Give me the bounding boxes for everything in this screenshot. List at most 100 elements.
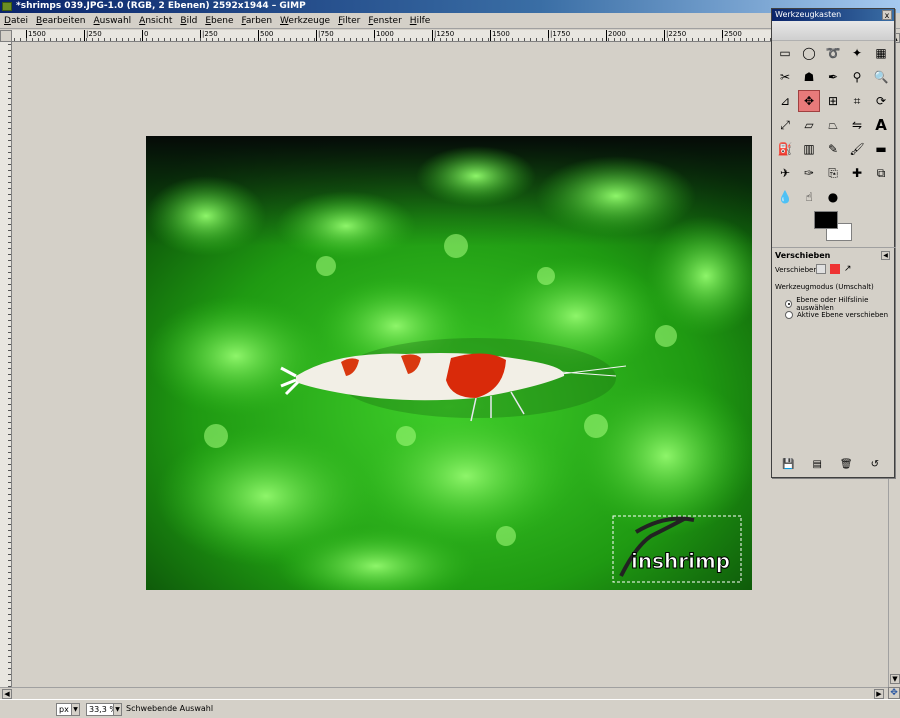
ruler-minor-tick	[98, 38, 99, 41]
align-icon[interactable]: ⊞	[822, 90, 844, 112]
scroll-right-icon[interactable]: ▶	[874, 689, 884, 699]
selection-mode-icon[interactable]	[830, 264, 840, 274]
flip-icon[interactable]: ⇋	[846, 114, 868, 136]
ruler-minor-tick	[608, 38, 609, 41]
layer-mode-icon[interactable]	[816, 264, 826, 274]
menu-ebene[interactable]: Ebene	[205, 16, 233, 26]
heal-icon[interactable]: ✚	[846, 162, 868, 184]
menu-fenster[interactable]: Fenster	[368, 16, 401, 26]
foreground-select-icon[interactable]: ☗	[798, 66, 820, 88]
menu-auswahl[interactable]: Auswahl	[94, 16, 132, 26]
image-canvas[interactable]: inshrimp	[146, 136, 752, 590]
color-select-icon[interactable]: ▦	[870, 42, 892, 64]
ruler-label: 2000	[608, 30, 626, 38]
color-picker-icon[interactable]: ⚲	[846, 66, 868, 88]
dodge-burn-icon[interactable]: ●	[822, 186, 844, 208]
menu-werkzeuge[interactable]: Werkzeuge	[280, 16, 330, 26]
ruler-minor-tick	[8, 338, 11, 339]
delete-options-icon[interactable]: 🗑	[840, 459, 853, 470]
menu-ansicht[interactable]: Ansicht	[139, 16, 172, 26]
reset-options-icon[interactable]: ↺	[871, 459, 879, 470]
ruler-minor-tick	[752, 38, 753, 41]
close-icon[interactable]: x	[882, 10, 892, 20]
ruler-minor-tick	[260, 38, 261, 41]
ruler-minor-tick	[602, 38, 603, 41]
ink-icon[interactable]: ✑	[798, 162, 820, 184]
menu-bearbeiten[interactable]: Bearbeiten	[36, 16, 85, 26]
restore-options-icon[interactable]: ▤	[812, 459, 821, 470]
ruler-minor-tick	[8, 632, 11, 633]
clone-icon[interactable]: ⎘	[822, 162, 844, 184]
ruler-minor-tick	[8, 212, 11, 213]
ruler-minor-tick	[8, 314, 11, 315]
shear-icon[interactable]: ▱	[798, 114, 820, 136]
menu-farben[interactable]: Farben	[242, 16, 273, 26]
ruler-minor-tick	[8, 596, 11, 597]
ruler-minor-tick	[380, 38, 381, 41]
gimp-app-icon	[2, 2, 12, 11]
ruler-minor-tick	[44, 38, 45, 41]
ruler-minor-tick	[656, 38, 657, 41]
ruler-label: |750	[318, 30, 334, 38]
menu-datei[interactable]: Datei	[4, 16, 28, 26]
rotate-icon[interactable]: ⟳	[870, 90, 892, 112]
vertical-ruler[interactable]	[0, 42, 12, 687]
unit-select[interactable]: px ▼	[56, 703, 80, 716]
menu-filter[interactable]: Filter	[338, 16, 360, 26]
navigate-icon[interactable]: ✥	[888, 687, 900, 699]
path-mode-icon[interactable]: ↗	[844, 264, 854, 274]
zoom-icon[interactable]: 🔍	[870, 66, 892, 88]
options-menu-icon[interactable]: ◀	[881, 251, 890, 260]
bucket-fill-icon[interactable]: ⛽	[774, 138, 796, 160]
radio-pick-layer[interactable]: Ebene oder Hilfslinie auswählen	[785, 296, 894, 312]
measure-icon[interactable]: ⊿	[774, 90, 796, 112]
scroll-left-icon[interactable]: ◀	[2, 689, 12, 699]
ruler-minor-tick	[458, 38, 459, 41]
ruler-minor-tick	[548, 38, 549, 41]
paintbrush-icon[interactable]: 🖌	[846, 138, 868, 160]
blend-icon[interactable]: ▥	[798, 138, 820, 160]
ruler-minor-tick	[146, 38, 147, 41]
horizontal-ruler[interactable]: 1500 |250 0 |250 500 |750 1000 |1250 1500 |1750 20…	[12, 30, 888, 42]
ruler-minor-tick	[680, 38, 681, 41]
horizontal-scrollbar[interactable]: ◀ ▶	[0, 687, 888, 699]
ruler-minor-tick	[8, 206, 11, 207]
ruler-minor-tick	[224, 38, 225, 41]
blur-icon[interactable]: 💧	[774, 186, 796, 208]
ellipse-select-icon[interactable]: ◯	[798, 42, 820, 64]
fuzzy-select-icon[interactable]: ✦	[846, 42, 868, 64]
move-icon[interactable]: ✥	[798, 90, 820, 112]
save-options-icon[interactable]: 💾	[782, 459, 794, 470]
zoom-select[interactable]: 33,3 % ▼	[86, 703, 122, 716]
ruler-minor-tick	[8, 242, 11, 243]
foreground-color-swatch[interactable]	[814, 211, 838, 229]
radio-button[interactable]	[785, 311, 793, 319]
paths-icon[interactable]: ✒	[822, 66, 844, 88]
eraser-icon[interactable]: ▬	[870, 138, 892, 160]
ruler-minor-tick	[410, 38, 411, 41]
rect-select-icon[interactable]: ▭	[774, 42, 796, 64]
ruler-minor-tick	[722, 38, 723, 41]
scale-icon[interactable]: ⤢	[774, 114, 796, 136]
smudge-icon[interactable]: ☝	[798, 186, 820, 208]
pencil-icon[interactable]: ✎	[822, 138, 844, 160]
scissors-icon[interactable]: ✂	[774, 66, 796, 88]
scroll-down-icon[interactable]: ▼	[890, 674, 900, 684]
menu-bild[interactable]: Bild	[180, 16, 197, 26]
ruler-corner[interactable]	[0, 30, 12, 42]
ruler-minor-tick	[758, 38, 759, 41]
canvas-area[interactable]: inshrimp	[12, 42, 888, 687]
crop-icon[interactable]: ⌗	[846, 90, 868, 112]
airbrush-icon[interactable]: ✈	[774, 162, 796, 184]
menu-hilfe[interactable]: Hilfe	[410, 16, 431, 26]
ruler-minor-tick	[464, 38, 465, 41]
ruler-minor-tick	[8, 416, 11, 417]
radio-move-active-layer[interactable]: Aktive Ebene verschieben	[785, 311, 888, 319]
perspective-clone-icon[interactable]: ⧉	[870, 162, 892, 184]
perspective-icon[interactable]: ⏢	[822, 114, 844, 136]
radio-button[interactable]	[785, 300, 793, 308]
lasso-icon[interactable]: ➰	[822, 42, 844, 64]
ruler-minor-tick	[8, 128, 11, 129]
ruler-minor-tick	[152, 38, 153, 41]
text-icon[interactable]: A	[870, 114, 892, 136]
